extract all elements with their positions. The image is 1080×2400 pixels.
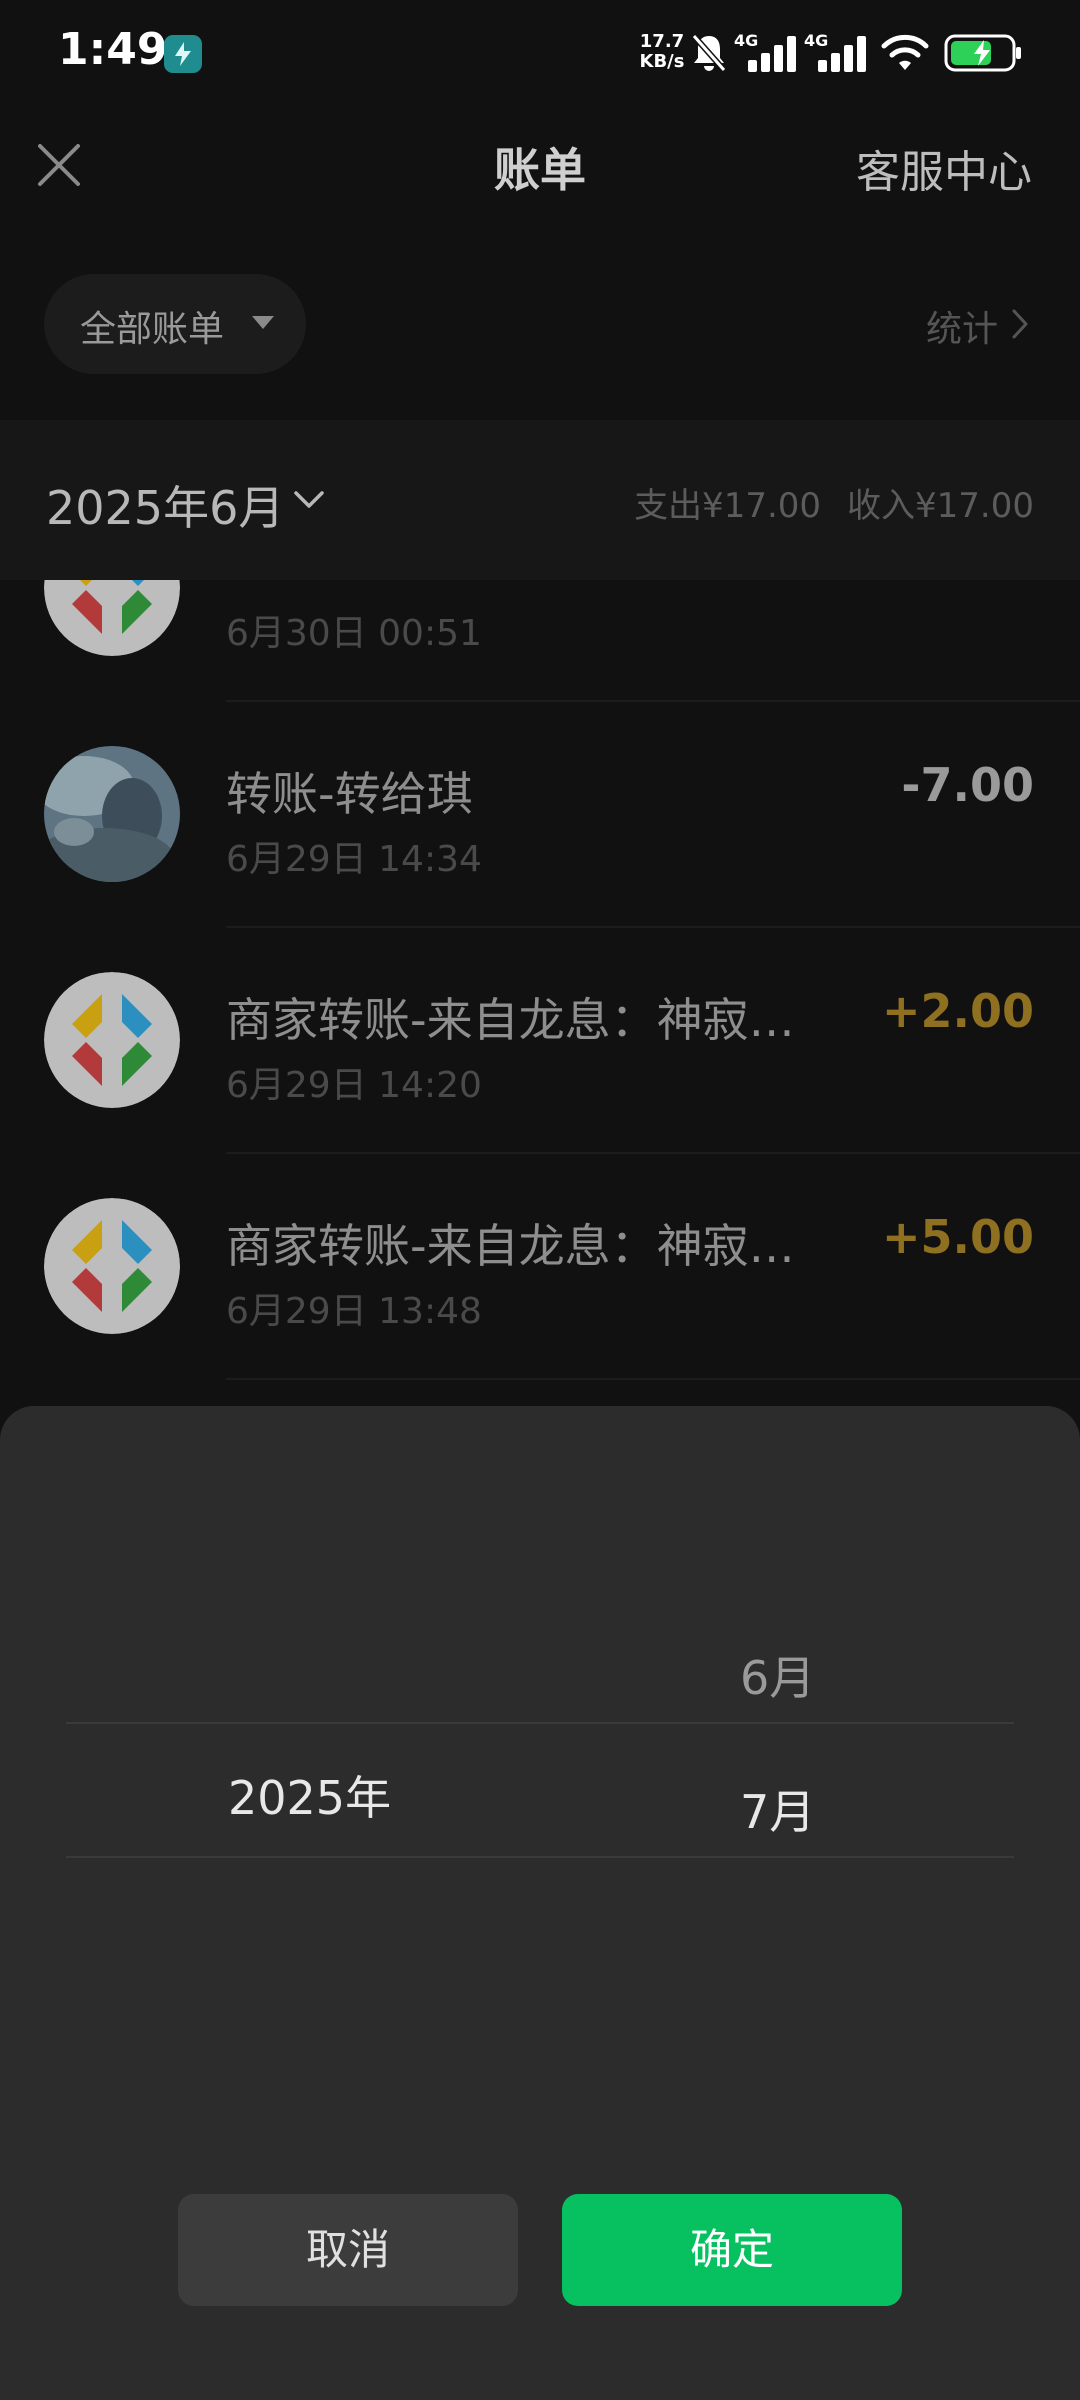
bill-type-filter[interactable]: 全部账单 (44, 274, 306, 374)
app-icon (164, 35, 202, 73)
mute-bell-icon (691, 34, 727, 72)
transaction-amount: +2.00 (881, 984, 1034, 1038)
transaction-row[interactable]: 6月30日 00:51 (0, 580, 1080, 702)
cancel-button[interactable]: 取消 (178, 2194, 518, 2306)
transaction-time: 6月29日 13:48 (226, 1291, 482, 1332)
transaction-title: 转账-转给琪 (226, 767, 473, 821)
filter-row: 全部账单 统计 (0, 260, 1080, 380)
transaction-title: 商家转账-来自龙息：神寂… (226, 993, 795, 1047)
header: 账单 客服中心 (0, 110, 1080, 220)
picker-month-option[interactable]: 6月 (740, 1642, 815, 1708)
transaction-time: 6月29日 14:34 (226, 839, 482, 880)
close-icon[interactable] (34, 140, 84, 190)
merchant-avatar (44, 1198, 180, 1334)
picker-month-option-selected[interactable]: 7月 (740, 1776, 815, 1842)
chevron-right-icon (1012, 309, 1028, 339)
picker-selection-top-line (66, 1722, 1014, 1724)
month-selector[interactable]: 2025年6月 (46, 472, 284, 538)
income-total: 收入¥17.00 (847, 486, 1034, 526)
photo-avatar-icon (44, 746, 180, 882)
transaction-amount: +5.00 (881, 1210, 1034, 1264)
svg-text:4G: 4G (804, 32, 828, 50)
row-divider (226, 1378, 1080, 1380)
status-time: 1:49 (58, 24, 168, 75)
wifi-icon (881, 34, 929, 70)
expense-total: 支出¥17.00 (634, 486, 822, 526)
user-avatar (44, 746, 180, 882)
transaction-row[interactable]: 转账-转给琪 6月29日 14:34 -7.00 (0, 702, 1080, 928)
merchant-logo-icon (44, 1198, 180, 1334)
status-bar: 1:49 17.7 KB/s 4G 4G (0, 0, 1080, 110)
merchant-logo-icon (44, 972, 180, 1108)
statistics-link[interactable]: 统计 (926, 300, 998, 352)
merchant-avatar (44, 972, 180, 1108)
merchant-avatar (44, 580, 180, 656)
transaction-row[interactable]: 商家转账-来自龙息：神寂… 6月29日 13:48 +5.00 (0, 1154, 1080, 1380)
customer-service-link[interactable]: 客服中心 (856, 136, 1032, 200)
transaction-amount: -7.00 (901, 758, 1034, 812)
confirm-button[interactable]: 确定 (562, 2194, 902, 2306)
signal-icon: 4G (734, 32, 796, 72)
transaction-row[interactable]: 商家转账-来自龙息：神寂… 6月29日 14:20 +2.00 (0, 928, 1080, 1154)
picker-year-option[interactable]: 2025年 (228, 1762, 391, 1828)
transaction-title: 商家转账-来自龙息：神寂… (226, 1219, 795, 1273)
chevron-down-icon (294, 491, 324, 508)
transaction-list: 6月30日 00:51 转账-转给琪 6月29日 14:34 -7.00 商家转… (0, 580, 1080, 1400)
month-bar: 2025年6月 支出¥17.00 收入¥17.00 (0, 420, 1080, 580)
month-summary: 支出¥17.00 收入¥17.00 (634, 478, 1034, 527)
merchant-logo-icon (44, 580, 180, 656)
battery-charging-icon (944, 34, 1021, 72)
bill-type-label: 全部账单 (80, 309, 225, 350)
picker-selection-bottom-line (66, 1856, 1014, 1858)
caret-down-icon (252, 316, 274, 329)
transaction-time: 6月29日 14:20 (226, 1065, 482, 1106)
transaction-time: 6月30日 00:51 (226, 613, 482, 654)
date-picker-sheet: 2025年 6月 7月 取消 确定 (0, 1406, 1080, 2400)
signal-icon: 4G (804, 32, 866, 72)
svg-text:4G: 4G (734, 32, 758, 50)
net-speed: 17.7 KB/s (639, 31, 685, 72)
